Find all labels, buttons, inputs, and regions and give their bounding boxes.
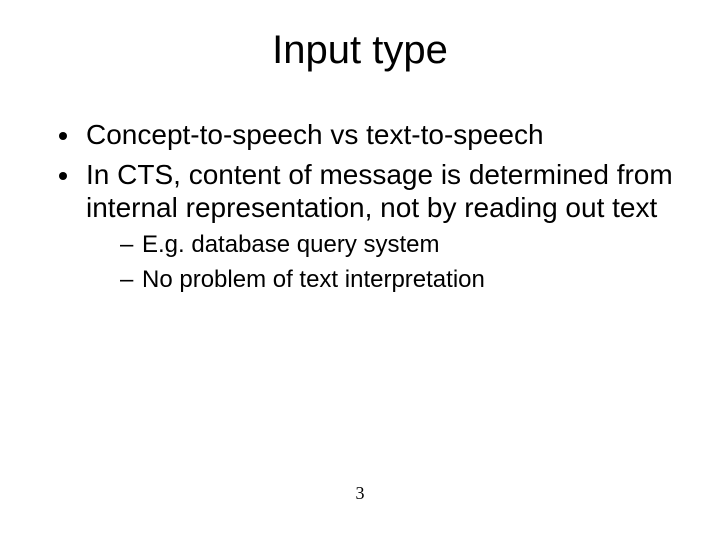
bullet-list: Concept-to-speech vs text-to-speech In C… [54, 118, 680, 294]
list-item-text: In CTS, content of message is determined… [86, 159, 673, 224]
list-item: No problem of text interpretation [120, 266, 680, 295]
slide-body: Concept-to-speech vs text-to-speech In C… [54, 118, 680, 300]
list-item-text: E.g. database query system [142, 231, 440, 258]
sub-list: E.g. database query system No problem of… [86, 231, 680, 295]
slide: Input type Concept-to-speech vs text-to-… [0, 0, 720, 540]
slide-title: Input type [0, 28, 720, 73]
list-item: In CTS, content of message is determined… [82, 158, 680, 295]
list-item-text: No problem of text interpretation [142, 266, 485, 293]
page-number: 3 [0, 483, 720, 504]
list-item-text: Concept-to-speech vs text-to-speech [86, 119, 544, 150]
list-item: Concept-to-speech vs text-to-speech [82, 118, 680, 152]
list-item: E.g. database query system [120, 231, 680, 260]
